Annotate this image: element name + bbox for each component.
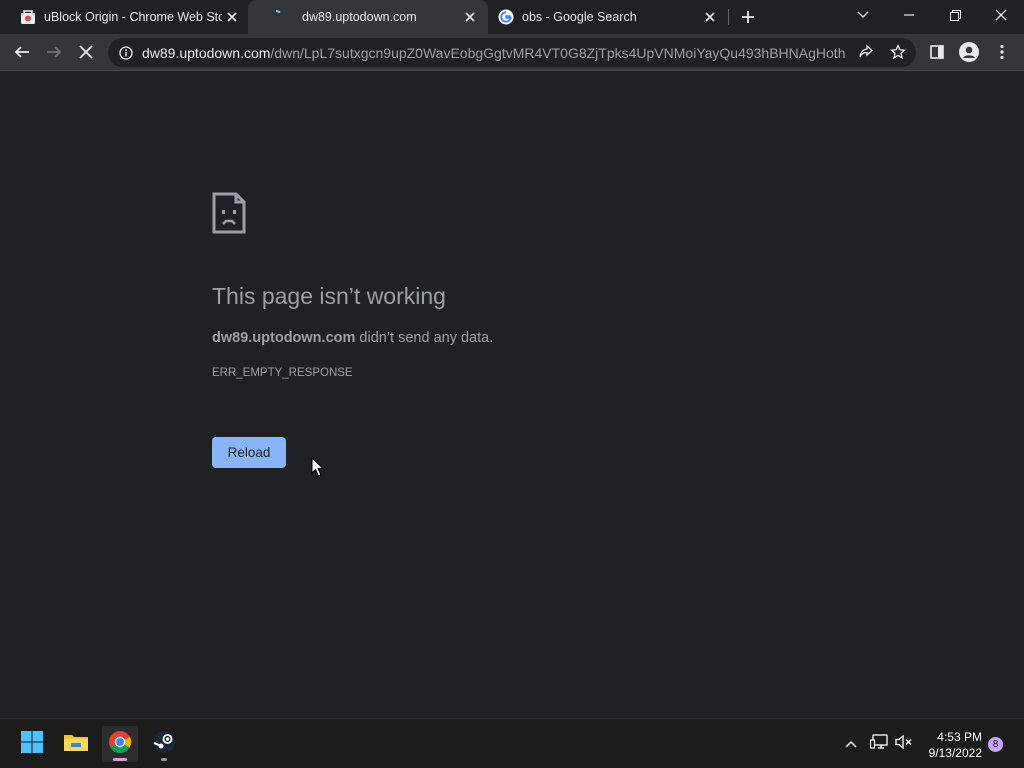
site-info-icon[interactable] (118, 45, 134, 61)
close-tab-icon[interactable] (222, 7, 242, 27)
minimize-button[interactable] (886, 0, 932, 30)
steam-icon (152, 730, 176, 759)
google-icon (498, 9, 514, 25)
volume-button[interactable] (893, 733, 915, 755)
taskbar-chrome[interactable] (102, 726, 138, 762)
new-tab-button[interactable] (736, 5, 760, 29)
chevron-up-icon (845, 735, 857, 753)
reload-button[interactable]: Reload (212, 437, 286, 468)
url-text[interactable]: dw89.uptodown.com/dwn/LpL7sutxgcn9upZ0Wa… (142, 45, 846, 61)
tab-uptodown[interactable]: dw89.uptodown.com (248, 0, 488, 34)
address-bar[interactable]: dw89.uptodown.com/dwn/LpL7sutxgcn9upZ0Wa… (108, 38, 916, 67)
tab-search-button[interactable] (840, 0, 886, 30)
url-path: /dwn/LpL7sutxgcn9upZ0WavEobgGgtvMR4VT0G8… (270, 44, 846, 61)
running-app-indicator (161, 758, 167, 761)
browser-toolbar: dw89.uptodown.com/dwn/LpL7sutxgcn9upZ0Wa… (0, 34, 1024, 71)
network-monitor-icon (869, 733, 888, 755)
taskbar-clock[interactable]: 4:53 PM 9/13/2022 (920, 729, 982, 761)
side-panel-icon[interactable] (924, 39, 950, 65)
chrome-web-store-icon (20, 9, 36, 25)
stop-loading-button[interactable] (73, 39, 99, 65)
tab-ublock-origin[interactable]: uBlock Origin - Chrome Web Store (0, 0, 248, 34)
error-message: dw89.uptodown.com didn’t send any data. (212, 330, 493, 346)
active-app-indicator (113, 758, 127, 761)
restore-button[interactable] (932, 0, 978, 30)
start-icon (20, 730, 44, 759)
mouse-pointer-icon (311, 456, 325, 477)
url-host: dw89.uptodown.com (142, 44, 271, 61)
taskbar-file-explorer[interactable] (58, 726, 94, 762)
loading-spinner-icon (268, 9, 284, 25)
forward-button[interactable] (41, 39, 67, 65)
error-host: dw89.uptodown.com (212, 330, 356, 346)
speaker-muted-icon (895, 734, 913, 755)
tab-strip: uBlock Origin - Chrome Web Store dw89.up… (0, 0, 1024, 34)
error-message-text: didn’t send any data. (355, 330, 494, 346)
start-button[interactable] (14, 726, 50, 762)
menu-kebab-icon[interactable] (989, 39, 1015, 65)
tab-title: obs - Google Search (522, 10, 637, 24)
back-button[interactable] (9, 39, 35, 65)
file-explorer-icon (63, 731, 89, 758)
page-content: This page isn’t working dw89.uptodown.co… (0, 72, 1024, 718)
tab-title: dw89.uptodown.com (302, 10, 417, 24)
error-heading: This page isn’t working (212, 283, 446, 309)
tab-title: uBlock Origin - Chrome Web Store (44, 10, 222, 24)
chrome-icon (108, 730, 132, 759)
error-code: ERR_EMPTY_RESPONSE (212, 367, 353, 379)
sad-page-icon (212, 192, 246, 234)
profile-icon[interactable] (956, 39, 982, 65)
network-button[interactable] (868, 733, 890, 755)
close-window-button[interactable] (978, 0, 1024, 30)
close-tab-icon[interactable] (460, 7, 480, 27)
notification-badge[interactable]: 8 (988, 737, 1003, 752)
clock-date: 9/13/2022 (928, 746, 982, 760)
tab-separator (728, 9, 729, 25)
tab-google-search[interactable]: obs - Google Search (488, 0, 728, 34)
bookmark-star-icon[interactable] (886, 40, 910, 64)
taskbar-steam[interactable] (146, 726, 182, 762)
close-tab-icon[interactable] (700, 7, 720, 27)
clock-time: 4:53 PM (937, 730, 982, 744)
show-hidden-icons-button[interactable] (840, 733, 862, 755)
windows-taskbar: 4:53 PM 9/13/2022 8 (0, 718, 1024, 768)
share-icon[interactable] (854, 40, 878, 64)
